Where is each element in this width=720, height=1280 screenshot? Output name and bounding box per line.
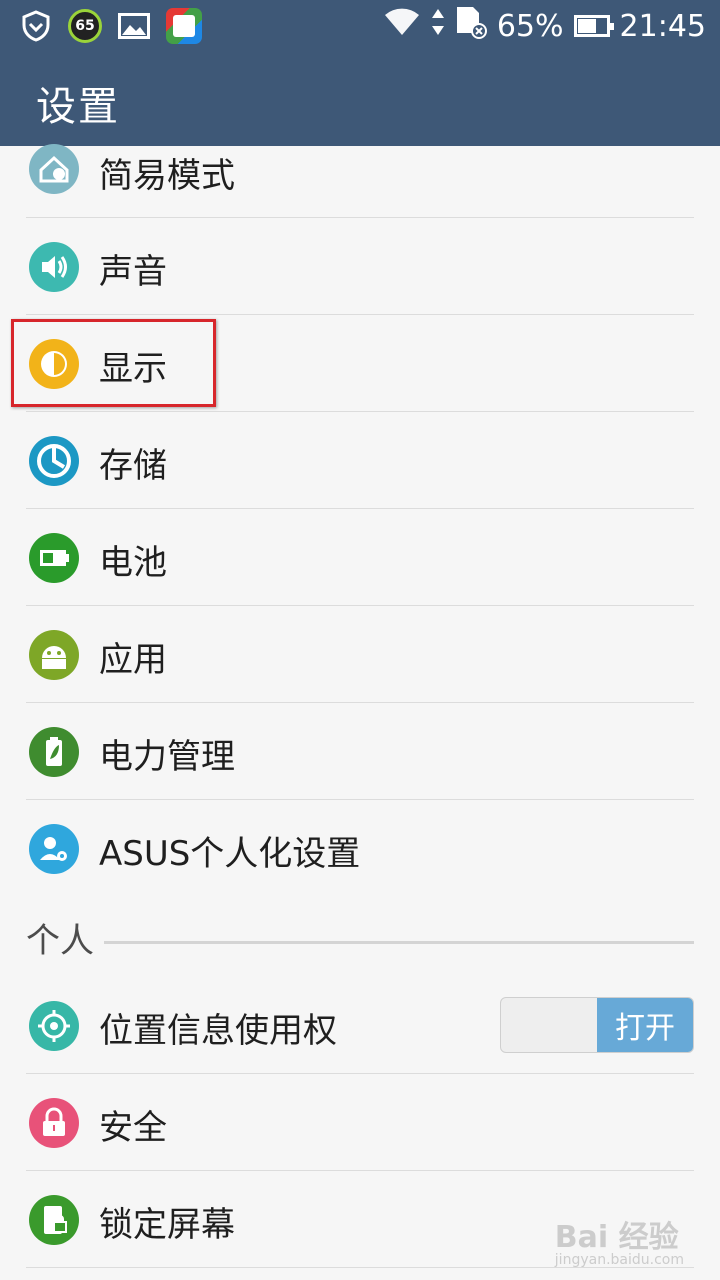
wifi-icon	[383, 7, 421, 45]
badge-icon: 65	[68, 9, 102, 43]
battery-percent: 65%	[496, 8, 564, 44]
shield-icon	[18, 8, 54, 44]
location-toggle[interactable]: 打开	[500, 997, 694, 1053]
settings-item-label: 电池	[99, 543, 167, 583]
settings-item-location[interactable]: 位置信息使用权 打开	[0, 977, 720, 1074]
status-bar: 65 65% 21:45	[0, 0, 720, 52]
settings-item-label: 位置信息使用权	[99, 1011, 337, 1051]
settings-item-label: 简易模式	[99, 156, 235, 196]
lock-icon	[29, 1098, 79, 1148]
easy-mode-icon	[29, 144, 79, 194]
action-bar: 设置	[0, 52, 720, 146]
watermark: Bai 经验 jingyan.baidu.com	[555, 1212, 684, 1268]
settings-item-label: 声音	[99, 252, 167, 292]
location-icon	[29, 1001, 79, 1051]
section-divider	[104, 941, 694, 944]
settings-list[interactable]: 简易模式 声音 显示 存储 电池 应用 电力管理 ASUS个人化设置 个人 位置…	[0, 144, 720, 1268]
watermark-sub: jingyan.baidu.com	[554, 1252, 684, 1268]
watermark-main: Bai 经验	[554, 1220, 679, 1255]
sd-card-icon	[455, 5, 487, 47]
highlight-box	[11, 319, 216, 407]
app-icon	[166, 8, 202, 44]
section-title: 个人	[26, 921, 94, 961]
lock-screen-icon	[29, 1195, 79, 1245]
settings-item-label: 应用	[99, 640, 167, 680]
settings-item-easy-mode[interactable]: 简易模式	[0, 144, 720, 218]
settings-item-label: 电力管理	[99, 737, 235, 777]
battery-icon	[29, 533, 79, 583]
toggle-on-label: 打开	[597, 998, 693, 1052]
image-icon	[116, 8, 152, 44]
settings-item-label: 存储	[99, 446, 167, 486]
power-management-icon	[29, 727, 79, 777]
settings-item-battery[interactable]: 电池	[0, 509, 720, 606]
settings-item-apps[interactable]: 应用	[0, 606, 720, 703]
storage-icon	[29, 436, 79, 486]
section-header-personal: 个人	[0, 897, 720, 977]
clock: 21:45	[619, 8, 706, 44]
settings-item-label: 安全	[99, 1108, 167, 1148]
settings-item-label: ASUS个人化设置	[99, 834, 361, 874]
asus-customize-icon	[29, 824, 79, 874]
sound-icon	[29, 242, 79, 292]
settings-item-sound[interactable]: 声音	[0, 218, 720, 315]
settings-item-security[interactable]: 安全	[0, 1074, 720, 1171]
battery-icon	[573, 15, 614, 37]
data-transfer-icon	[431, 7, 445, 45]
settings-item-asus-customize[interactable]: ASUS个人化设置	[0, 800, 720, 897]
settings-item-power-management[interactable]: 电力管理	[0, 703, 720, 800]
android-icon	[29, 630, 79, 680]
page-title: 设置	[36, 84, 120, 130]
settings-item-label: 锁定屏幕	[99, 1205, 235, 1245]
settings-item-storage[interactable]: 存储	[0, 412, 720, 509]
